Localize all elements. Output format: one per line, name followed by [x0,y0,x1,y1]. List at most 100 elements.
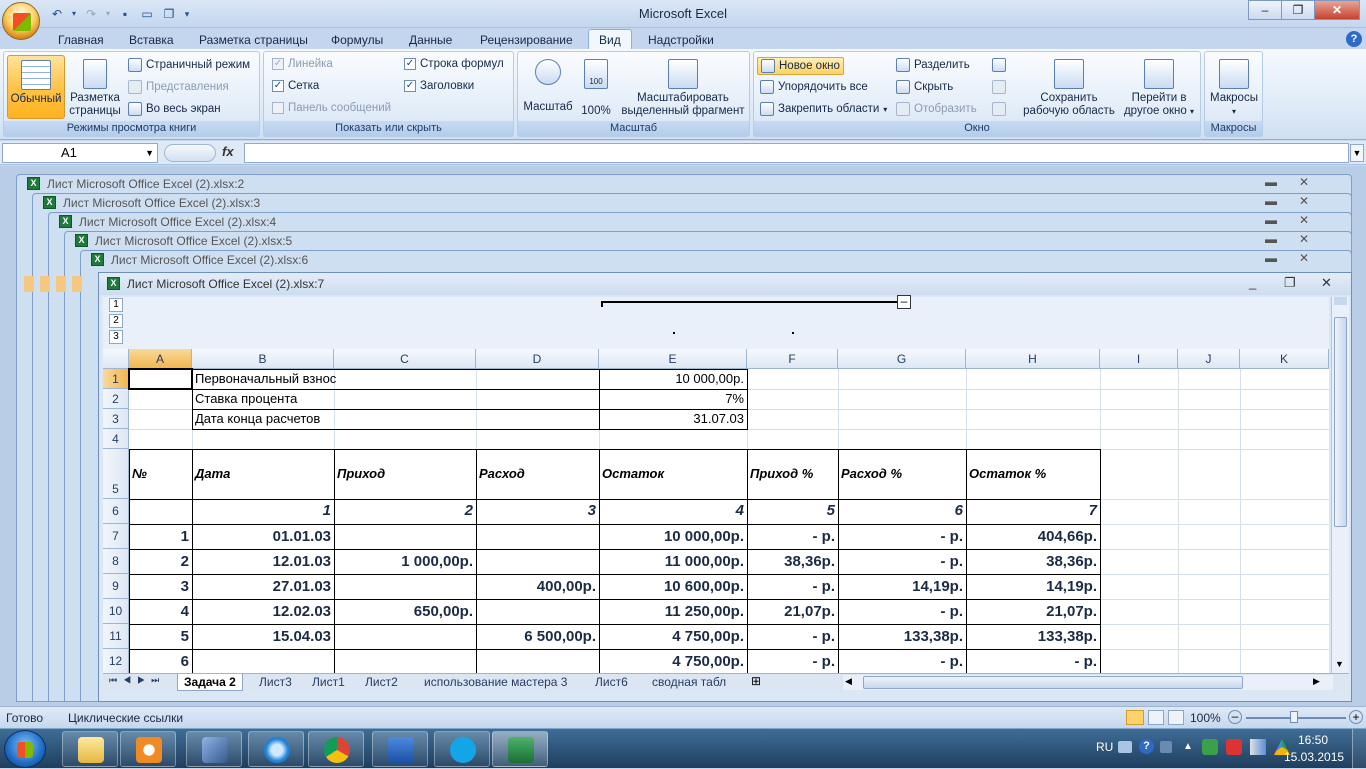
sheet-tab[interactable]: Задача 2 [177,674,243,691]
formula-bar-checkbox[interactable]: ✓ Строка формул [404,58,504,70]
data-cell[interactable]: 133,38р. [838,628,966,645]
column-number[interactable]: 1 [192,502,334,519]
tab-data[interactable]: Данные [409,31,452,49]
data-cell[interactable]: 21,07р. [747,603,838,620]
vertical-scroll-thumb[interactable] [1334,317,1347,527]
taskbar-word[interactable] [372,731,428,767]
zoom-level[interactable]: 100% [1190,711,1221,725]
outline-level-2[interactable]: 2 [109,314,123,328]
tray-app-icon[interactable] [1160,741,1172,753]
data-cell[interactable]: - р. [838,653,966,670]
data-cell[interactable]: 12.01.03 [192,553,334,570]
taskbar-media-player[interactable] [120,731,176,767]
sheet-tab[interactable]: Лист6 [589,674,634,691]
table-header[interactable]: Приход [334,466,476,481]
keyboard-icon[interactable] [1118,741,1132,753]
tab-insert[interactable]: Вставка [129,31,174,49]
column-header[interactable]: F [747,349,838,369]
zoom-100-button[interactable]: 100 100% [576,55,616,118]
column-header[interactable]: C [334,349,476,369]
column-number[interactable]: 7 [966,502,1100,519]
tray-alert-icon[interactable] [1226,739,1242,755]
column-header[interactable]: K [1240,349,1329,369]
cell-e1[interactable]: 10 000,00р. [599,371,747,386]
column-header[interactable]: B [192,349,334,369]
new-window-button[interactable]: Новое окно [757,57,844,75]
taskbar-excel[interactable] [492,731,548,767]
worksheet-grid[interactable]: A B C D E F G H I J K 1 2 3 4 5 6 7 8 9 … [103,349,1329,673]
column-header[interactable]: G [838,349,966,369]
page-break-preview-button[interactable]: Страничный режим [128,58,250,72]
tab-formulas[interactable]: Формулы [331,31,383,49]
row-header[interactable]: 3 [103,409,129,429]
split-box[interactable] [1334,297,1347,305]
table-header[interactable]: Приход % [747,466,838,481]
column-number[interactable]: 4 [599,502,747,519]
column-number[interactable]: 6 [838,502,966,519]
cell-b2[interactable]: Ставка процента [192,391,492,406]
sheet-tab[interactable]: Лист2 [359,674,404,691]
split-button[interactable]: Разделить [896,58,970,72]
data-cell[interactable]: 6 500,00р. [476,628,599,645]
sheet-tab[interactable]: Лист1 [306,674,351,691]
column-header[interactable]: H [966,349,1100,369]
column-header[interactable]: A [129,349,192,369]
arrange-all-button[interactable]: Упорядочить все [760,80,868,94]
custom-views-button[interactable]: Представления [128,80,229,94]
normal-view-button[interactable]: Обычный [7,55,65,119]
taskbar-explorer[interactable] [62,731,118,767]
data-cell[interactable]: 12.02.03 [192,603,334,620]
data-cell[interactable]: 21,07р. [966,603,1100,620]
row-header[interactable]: 10 [103,599,129,624]
taskbar-chrome[interactable] [308,731,364,767]
column-number[interactable]: 2 [334,502,476,519]
data-cell[interactable]: 404,66р. [966,528,1100,545]
synchronous-scroll-button[interactable] [992,80,1006,94]
name-box[interactable]: A1 ▼ [2,143,158,163]
hide-button[interactable]: Скрыть [896,80,953,94]
data-cell[interactable]: 14,19р. [838,578,966,595]
data-cell[interactable]: 3 [129,578,192,595]
minimize-button[interactable]: – [1248,0,1282,20]
cell-b3[interactable]: Дата конца расчетов [192,411,492,426]
normal-view-icon[interactable] [1126,710,1144,725]
scroll-right-icon[interactable]: ▶ [1313,676,1320,687]
outline-level-3[interactable]: 3 [109,330,123,344]
tab-addins[interactable]: Надстройки [648,31,714,49]
sheet-nav-icon[interactable]: ⏮◀▶⏭ [109,675,165,686]
unhide-button[interactable]: Отобразить [896,102,977,116]
data-cell[interactable]: 400,00р. [476,578,599,595]
data-cell[interactable]: - р. [747,653,838,670]
data-cell[interactable]: 4 750,00р. [599,628,747,645]
table-header[interactable]: Дата [192,466,334,481]
data-cell[interactable]: - р. [838,528,966,545]
table-header[interactable]: Остаток [599,466,747,481]
scroll-left-icon[interactable]: ◀ [845,676,852,687]
column-number[interactable]: 5 [747,502,838,519]
page-layout-icon[interactable] [1148,710,1164,725]
vertical-scrollbar[interactable]: ▼ [1331,297,1349,673]
horizontal-scrollbar[interactable]: ◀ ▶ [843,675,1333,690]
row-header[interactable]: 5 [103,449,129,499]
status-circular-refs[interactable]: Циклические ссылки [68,711,183,725]
freeze-panes-button[interactable]: Закрепить области ▾ [760,102,887,116]
zoom-slider-thumb[interactable] [1290,711,1298,723]
column-header[interactable]: E [599,349,747,369]
scroll-down-icon[interactable]: ▼ [1335,659,1344,669]
save-workspace-button[interactable]: Сохранить рабочую область [1018,55,1120,118]
row-header[interactable]: 9 [103,574,129,599]
column-number[interactable]: 3 [476,502,599,519]
data-cell[interactable]: 5 [129,628,192,645]
language-indicator[interactable]: RU [1096,740,1113,754]
row-header[interactable]: 11 [103,624,129,649]
expand-formula-icon[interactable]: ▼ [1350,144,1364,162]
show-hidden-icons[interactable]: ▲ [1183,741,1193,752]
active-workbook-window[interactable]: X Лист Microsoft Office Excel (2).xlsx:7… [98,272,1352,702]
data-cell[interactable]: 10 600,00р. [599,578,747,595]
insert-sheet-icon[interactable]: ⊞ [751,674,761,688]
reset-position-button[interactable] [992,102,1006,116]
row-header[interactable]: 8 [103,549,129,574]
data-cell[interactable]: - р. [838,603,966,620]
tab-view[interactable]: Вид [588,29,632,50]
sheet-tab[interactable]: Лист3 [253,674,298,691]
